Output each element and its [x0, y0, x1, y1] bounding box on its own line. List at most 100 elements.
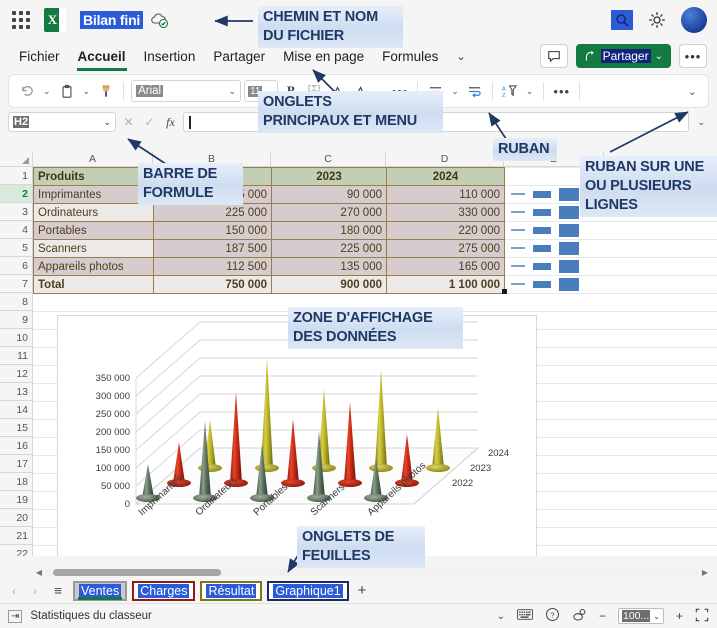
previous-sheet-icon[interactable]: ‹ — [6, 584, 22, 598]
column-header-c[interactable]: C — [271, 152, 386, 166]
ribbon-more-icon[interactable]: ••• — [551, 79, 572, 103]
name-box-chevron-down-icon[interactable]: ⌄ — [103, 117, 111, 128]
sheet-tab-ventes[interactable]: Ventes — [73, 580, 128, 601]
row-header-6[interactable]: 6 — [0, 257, 32, 275]
cell-c1[interactable]: 2023 — [271, 167, 387, 186]
menu-item-accueil[interactable]: Accueil — [69, 46, 135, 71]
row-header-14[interactable]: 14 — [0, 401, 32, 419]
gear-icon[interactable] — [647, 10, 667, 30]
zoom-chevron-down-icon[interactable]: ⌄ — [653, 612, 660, 621]
row-header-15[interactable]: 15 — [0, 419, 32, 437]
cone-chart[interactable]: 350 000 300 000 250 000 200 000 150 000 … — [57, 315, 537, 556]
cell-b6[interactable]: 112 500 — [153, 257, 272, 276]
row-header-1[interactable]: 1 — [0, 167, 32, 185]
row-header-8[interactable]: 8 — [0, 293, 32, 311]
comment-icon[interactable] — [539, 44, 568, 68]
cloud-saved-icon[interactable] — [149, 10, 169, 30]
cell-d5[interactable]: 275 000 — [386, 239, 505, 258]
undo-chevron-down-icon[interactable]: ⌄ — [40, 86, 54, 97]
app-launcher-icon[interactable] — [10, 9, 32, 31]
align-chevron-down-icon[interactable]: ⌄ — [448, 86, 462, 97]
feedback-icon[interactable] — [572, 608, 587, 625]
cell-c6[interactable]: 135 000 — [271, 257, 387, 276]
all-sheets-menu-icon[interactable]: ≡ — [48, 583, 68, 598]
share-button[interactable]: Partager ⌄ — [575, 44, 671, 68]
cell-a5[interactable]: Scanners — [33, 239, 154, 258]
zoom-out-button[interactable]: − — [599, 609, 606, 623]
cell-c7[interactable]: 900 000 — [271, 275, 387, 294]
row-header-9[interactable]: 9 — [0, 311, 32, 329]
row-header-4[interactable]: 4 — [0, 221, 32, 239]
column-header-a[interactable]: A — [33, 152, 153, 166]
sheet-tab-graphique1[interactable]: Graphique1 — [267, 580, 349, 601]
menu-item-fichier[interactable]: Fichier — [10, 46, 69, 67]
row-header-5[interactable]: 5 — [0, 239, 32, 257]
more-options-button[interactable]: ••• — [679, 44, 707, 68]
cell-b7[interactable]: 750 000 — [153, 275, 272, 294]
column-header-d[interactable]: D — [386, 152, 504, 166]
cell-c4[interactable]: 180 000 — [271, 221, 387, 240]
scrollbar-thumb[interactable] — [53, 569, 221, 576]
cell-c2[interactable]: 90 000 — [271, 185, 387, 204]
row-header-3[interactable]: 3 — [0, 203, 32, 221]
paste-icon[interactable] — [57, 79, 77, 103]
name-box[interactable]: H2 ⌄ — [8, 112, 116, 132]
ribbon-collapse-chevron-icon[interactable]: ⌄ — [685, 85, 700, 98]
confirm-icon[interactable]: ✓ — [141, 115, 158, 129]
status-chevron-down-icon[interactable]: ⌄ — [497, 611, 505, 622]
cell-d6[interactable]: 165 000 — [386, 257, 505, 276]
sort-filter-icon[interactable]: A Z — [500, 79, 520, 103]
row-header-16[interactable]: 16 — [0, 437, 32, 455]
row-header-2[interactable]: 2 — [0, 185, 32, 203]
cell-a4[interactable]: Portables — [33, 221, 154, 240]
menu-item-partager[interactable]: Partager — [204, 46, 274, 67]
zoom-in-button[interactable]: + — [676, 609, 683, 623]
paste-chevron-down-icon[interactable]: ⌄ — [80, 86, 94, 97]
format-painter-icon[interactable] — [96, 79, 116, 103]
row-header-17[interactable]: 17 — [0, 455, 32, 473]
menu-overflow-chevron-icon[interactable]: ⌄ — [447, 47, 474, 66]
selection-fill-handle[interactable] — [502, 289, 507, 294]
row-header-11[interactable]: 11 — [0, 347, 32, 365]
undo-icon[interactable] — [17, 79, 37, 103]
add-sheet-button[interactable]: + — [358, 582, 367, 599]
cell-a7[interactable]: Total — [33, 275, 154, 294]
zoom-level-input[interactable]: 100... ⌄ — [618, 608, 664, 624]
cell-d1[interactable]: 2024 — [386, 167, 505, 186]
cell-c3[interactable]: 270 000 — [271, 203, 387, 222]
scroll-left-arrow-icon[interactable]: ◀ — [33, 568, 45, 577]
cell-b5[interactable]: 187 500 — [153, 239, 272, 258]
avatar[interactable] — [681, 7, 707, 33]
cell-d3[interactable]: 330 000 — [386, 203, 505, 222]
cell-c5[interactable]: 225 000 — [271, 239, 387, 258]
search-icon[interactable] — [611, 10, 633, 30]
cancel-icon[interactable]: ✕ — [120, 115, 137, 129]
cell-d7[interactable]: 1 100 000 — [386, 275, 505, 294]
row-header-22[interactable]: 22 — [0, 545, 32, 556]
help-icon[interactable]: ? — [545, 607, 560, 625]
fullscreen-icon[interactable] — [695, 608, 709, 625]
menu-item-formules[interactable]: Formules — [373, 46, 447, 67]
cell-a2[interactable]: Imprimantes — [33, 185, 154, 204]
sheet-tab-resultat[interactable]: Résultat — [200, 580, 263, 601]
row-header-19[interactable]: 19 — [0, 491, 32, 509]
menu-item-mise-en-page[interactable]: Mise en page — [274, 46, 373, 67]
row-header-18[interactable]: 18 — [0, 473, 32, 491]
cell-d4[interactable]: 220 000 — [386, 221, 505, 240]
font-name-input[interactable]: Arial ⌄ — [131, 80, 242, 102]
cell-b3[interactable]: 225 000 — [153, 203, 272, 222]
row-header-7[interactable]: 7 — [0, 275, 32, 293]
cell-d2[interactable]: 110 000 — [386, 185, 505, 204]
wrap-text-icon[interactable] — [465, 79, 485, 103]
font-name-chevron-down-icon[interactable]: ⌄ — [229, 86, 237, 97]
cell-a3[interactable]: Ordinateurs — [33, 203, 154, 222]
sheet-tab-charges[interactable]: Charges — [132, 580, 196, 601]
cell-a6[interactable]: Appareils photos — [33, 257, 154, 276]
workbook-stats-label[interactable]: Statistiques du classeur — [30, 610, 151, 622]
menu-item-insertion[interactable]: Insertion — [135, 46, 205, 67]
scroll-right-arrow-icon[interactable]: ▶ — [699, 568, 711, 577]
file-name-title[interactable]: Bilan fini — [80, 11, 144, 29]
row-header-20[interactable]: 20 — [0, 509, 32, 527]
row-header-10[interactable]: 10 — [0, 329, 32, 347]
row-header-13[interactable]: 13 — [0, 383, 32, 401]
